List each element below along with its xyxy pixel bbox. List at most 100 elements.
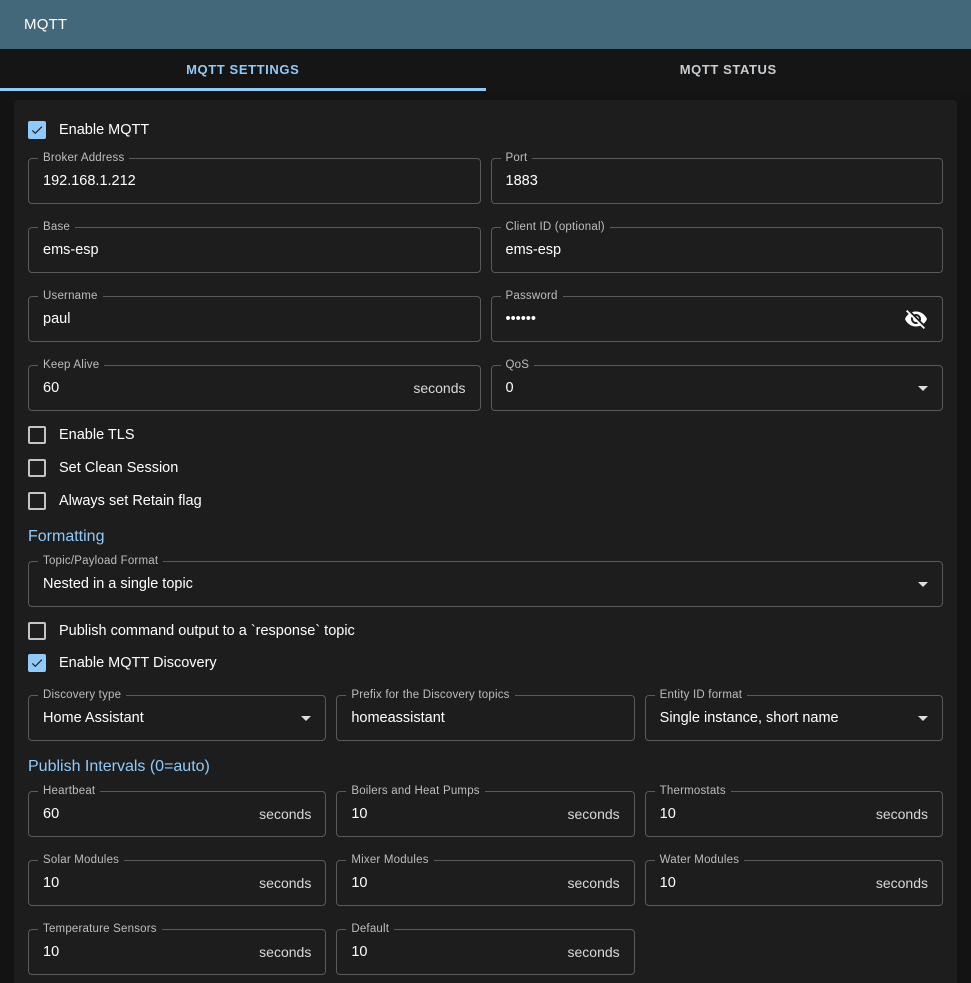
publish-response-checkbox[interactable]	[28, 622, 46, 640]
tab-mqtt-status[interactable]: MQTT STATUS	[486, 49, 971, 91]
broker-address-label: Broker Address	[38, 152, 129, 164]
solar-interval-field[interactable]: Solar Modules 10 seconds	[28, 860, 326, 906]
boilers-interval-suffix: seconds	[568, 806, 620, 822]
port-field[interactable]: Port 1883	[491, 158, 944, 204]
enable-discovery-label: Enable MQTT Discovery	[59, 655, 217, 671]
enable-mqtt-checkbox[interactable]	[28, 121, 46, 139]
broker-address-field[interactable]: Broker Address 192.168.1.212	[28, 158, 481, 204]
temperature-interval-suffix: seconds	[259, 944, 311, 960]
base-field[interactable]: Base ems-esp	[28, 227, 481, 273]
discovery-prefix-value: homeassistant	[351, 710, 445, 726]
solar-interval-suffix: seconds	[259, 875, 311, 891]
tab-mqtt-settings-label: MQTT SETTINGS	[186, 62, 299, 77]
solar-interval-label: Solar Modules	[38, 854, 124, 866]
enable-discovery-checkbox[interactable]	[28, 654, 46, 672]
client-id-field[interactable]: Client ID (optional) ems-esp	[491, 227, 944, 273]
topic-format-label: Topic/Payload Format	[38, 555, 163, 567]
retain-flag-checkbox[interactable]	[28, 492, 46, 510]
clean-session-checkbox[interactable]	[28, 459, 46, 477]
thermostats-interval-label: Thermostats	[655, 785, 731, 797]
checkmark-icon	[30, 122, 44, 138]
keep-alive-label: Keep Alive	[38, 359, 104, 371]
client-id-label: Client ID (optional)	[501, 221, 610, 233]
topic-format-select[interactable]: Topic/Payload Format Nested in a single …	[28, 561, 943, 607]
app-header: MQTT	[0, 0, 971, 49]
tab-bar: MQTT SETTINGS MQTT STATUS	[0, 49, 971, 91]
entity-format-value: Single instance, short name	[660, 710, 839, 726]
topic-format-value: Nested in a single topic	[43, 576, 193, 592]
enable-tls-label: Enable TLS	[59, 427, 135, 443]
enable-tls-row: Enable TLS	[28, 425, 943, 445]
water-interval-field[interactable]: Water Modules 10 seconds	[645, 860, 943, 906]
enable-discovery-row: Enable MQTT Discovery	[28, 653, 943, 673]
default-interval-field[interactable]: Default 10 seconds	[336, 929, 634, 975]
password-field[interactable]: Password ••••••	[491, 296, 944, 342]
default-interval-value: 10	[351, 944, 367, 960]
heartbeat-suffix: seconds	[259, 806, 311, 822]
clean-session-row: Set Clean Session	[28, 458, 943, 478]
base-label: Base	[38, 221, 75, 233]
enable-mqtt-row: Enable MQTT	[28, 120, 943, 140]
username-value: paul	[43, 311, 70, 327]
mixer-interval-suffix: seconds	[568, 875, 620, 891]
enable-mqtt-label: Enable MQTT	[59, 122, 149, 138]
dropdown-arrow-icon	[918, 716, 928, 721]
port-label: Port	[501, 152, 533, 164]
client-id-value: ems-esp	[506, 242, 562, 258]
publish-response-row: Publish command output to a `response` t…	[28, 621, 943, 641]
water-interval-value: 10	[660, 875, 676, 891]
boilers-interval-value: 10	[351, 806, 367, 822]
checkmark-icon	[30, 655, 44, 671]
default-interval-suffix: seconds	[568, 944, 620, 960]
page-title: MQTT	[24, 16, 67, 33]
publish-response-label: Publish command output to a `response` t…	[59, 623, 355, 639]
qos-value: 0	[506, 380, 514, 396]
default-interval-label: Default	[346, 923, 394, 935]
thermostats-interval-field[interactable]: Thermostats 10 seconds	[645, 791, 943, 837]
mixer-interval-label: Mixer Modules	[346, 854, 433, 866]
keep-alive-field[interactable]: Keep Alive 60 seconds	[28, 365, 481, 411]
mixer-interval-value: 10	[351, 875, 367, 891]
formatting-heading: Formatting	[28, 528, 943, 546]
keep-alive-value: 60	[43, 380, 59, 396]
mqtt-settings-panel: Enable MQTT Broker Address 192.168.1.212…	[14, 100, 957, 983]
username-label: Username	[38, 290, 103, 302]
heartbeat-field[interactable]: Heartbeat 60 seconds	[28, 791, 326, 837]
clean-session-label: Set Clean Session	[59, 460, 178, 476]
discovery-type-label: Discovery type	[38, 689, 126, 701]
heartbeat-label: Heartbeat	[38, 785, 100, 797]
thermostats-interval-value: 10	[660, 806, 676, 822]
temperature-interval-value: 10	[43, 944, 59, 960]
enable-tls-checkbox[interactable]	[28, 426, 46, 444]
entity-format-select[interactable]: Entity ID format Single instance, short …	[645, 695, 943, 741]
mixer-interval-field[interactable]: Mixer Modules 10 seconds	[336, 860, 634, 906]
username-field[interactable]: Username paul	[28, 296, 481, 342]
entity-format-label: Entity ID format	[655, 689, 747, 701]
dropdown-arrow-icon	[918, 582, 928, 587]
dropdown-arrow-icon	[301, 716, 311, 721]
water-interval-label: Water Modules	[655, 854, 745, 866]
discovery-prefix-field[interactable]: Prefix for the Discovery topics homeassi…	[336, 695, 634, 741]
discovery-type-select[interactable]: Discovery type Home Assistant	[28, 695, 326, 741]
solar-interval-value: 10	[43, 875, 59, 891]
qos-select[interactable]: QoS 0	[491, 365, 944, 411]
heartbeat-value: 60	[43, 806, 59, 822]
thermostats-interval-suffix: seconds	[876, 806, 928, 822]
keep-alive-suffix: seconds	[413, 380, 465, 396]
tab-mqtt-settings[interactable]: MQTT SETTINGS	[0, 49, 486, 91]
temperature-interval-field[interactable]: Temperature Sensors 10 seconds	[28, 929, 326, 975]
visibility-off-icon[interactable]	[904, 307, 928, 331]
boilers-interval-field[interactable]: Boilers and Heat Pumps 10 seconds	[336, 791, 634, 837]
water-interval-suffix: seconds	[876, 875, 928, 891]
password-label: Password	[501, 290, 563, 302]
qos-label: QoS	[501, 359, 535, 371]
retain-flag-label: Always set Retain flag	[59, 493, 202, 509]
discovery-prefix-label: Prefix for the Discovery topics	[346, 689, 514, 701]
port-value: 1883	[506, 173, 538, 189]
broker-address-value: 192.168.1.212	[43, 173, 136, 189]
password-value: ••••••	[506, 311, 536, 327]
discovery-type-value: Home Assistant	[43, 710, 144, 726]
retain-flag-row: Always set Retain flag	[28, 491, 943, 511]
base-value: ems-esp	[43, 242, 99, 258]
tab-mqtt-status-label: MQTT STATUS	[680, 62, 777, 77]
